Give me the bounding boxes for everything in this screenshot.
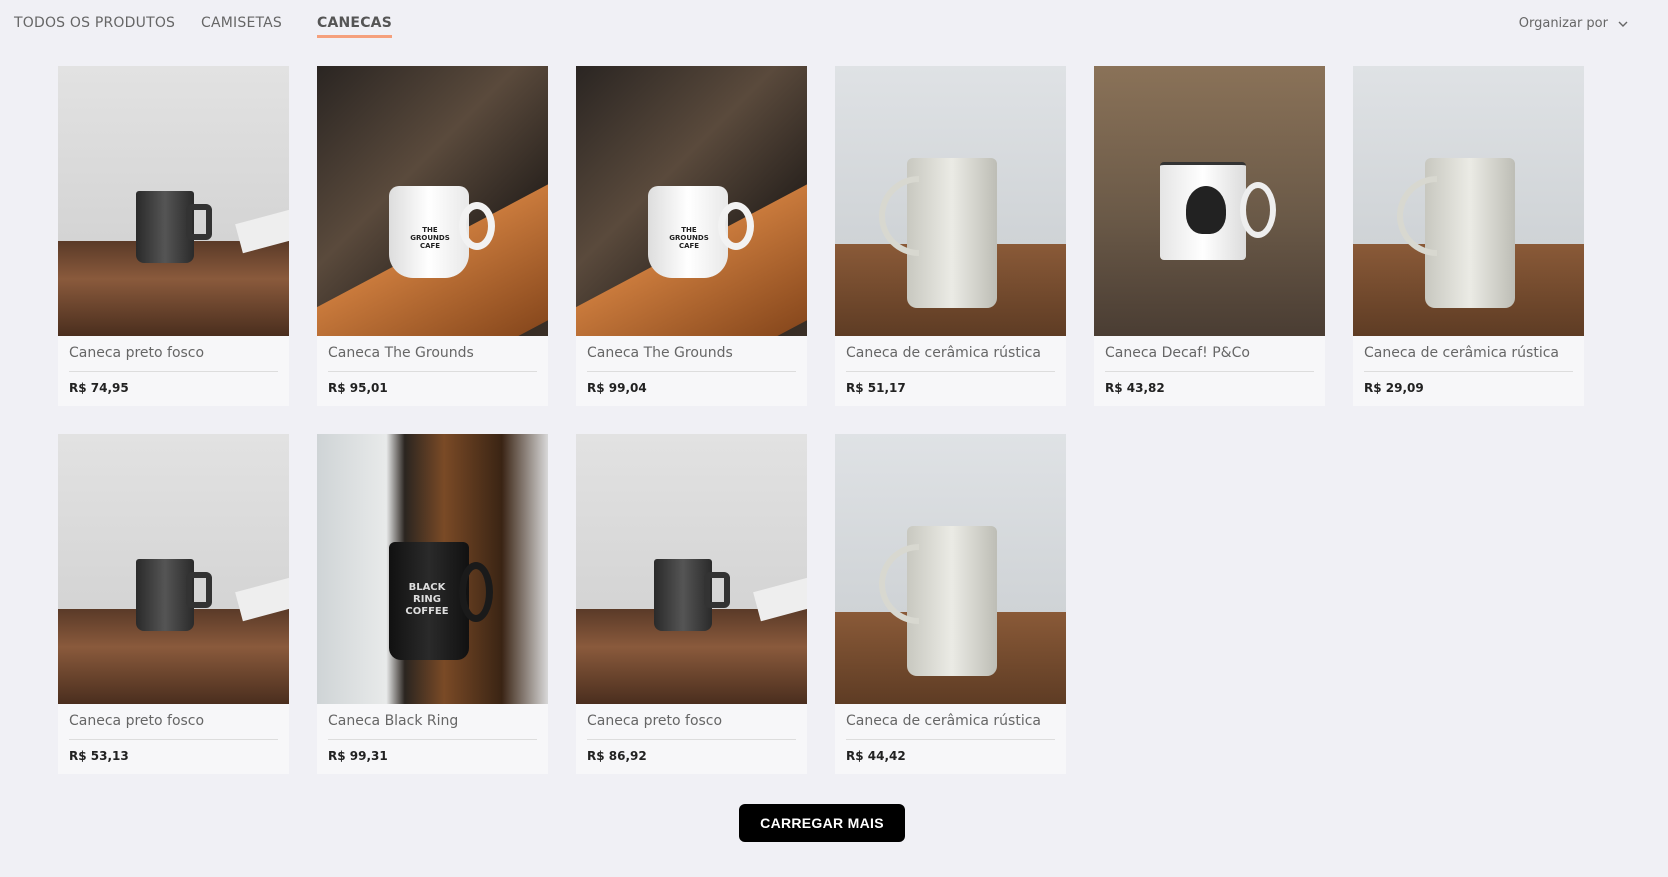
- chevron-down-icon: [1618, 21, 1628, 27]
- product-price: R$ 51,17: [846, 381, 906, 395]
- product-card[interactable]: Caneca preto fosco R$ 86,92: [576, 434, 807, 774]
- divider: [846, 371, 1055, 372]
- product-name: Caneca Decaf! P&Co: [1105, 345, 1250, 361]
- tab-all-products[interactable]: TODOS OS PRODUTOS: [14, 15, 175, 35]
- product-image-matte-black-mug: [58, 434, 289, 704]
- product-name: Caneca The Grounds: [587, 345, 733, 361]
- product-price: R$ 86,92: [587, 749, 647, 763]
- product-card[interactable]: THE GROUNDS CAFE Caneca The Grounds R$ 9…: [576, 66, 807, 406]
- sort-dropdown[interactable]: Organizar por: [1519, 16, 1628, 31]
- product-card[interactable]: Caneca Decaf! P&Co R$ 43,82: [1094, 66, 1325, 406]
- divider: [1364, 371, 1573, 372]
- product-card[interactable]: THE GROUNDS CAFE Caneca The Grounds R$ 9…: [317, 66, 548, 406]
- product-name: Caneca Black Ring: [328, 713, 459, 729]
- product-name: Caneca de cerâmica rústica: [846, 345, 1041, 361]
- divider: [328, 371, 537, 372]
- divider: [328, 739, 537, 740]
- product-price: R$ 99,04: [587, 381, 647, 395]
- product-card[interactable]: Caneca preto fosco R$ 74,95: [58, 66, 289, 406]
- product-image-grounds-cafe-mug: THE GROUNDS CAFE: [317, 66, 548, 336]
- product-name: Caneca de cerâmica rústica: [1364, 345, 1559, 361]
- product-name: Caneca preto fosco: [587, 713, 723, 729]
- product-image-black-ring-mug: BLACK RING COFFEE: [317, 434, 548, 704]
- product-card[interactable]: BLACK RING COFFEE Caneca Black Ring R$ 9…: [317, 434, 548, 774]
- product-name: Caneca preto fosco: [69, 713, 205, 729]
- divider: [69, 739, 278, 740]
- mug-print-text: THE GROUNDS CAFE: [410, 226, 450, 250]
- product-image-matte-black-mug: [58, 66, 289, 336]
- product-price: R$ 43,82: [1105, 381, 1165, 395]
- divider: [1105, 371, 1314, 372]
- product-image-rustic-ceramic-mug: [835, 66, 1066, 336]
- product-price: R$ 74,95: [69, 381, 129, 395]
- mug-print-text: BLACK RING COFFEE: [405, 582, 449, 617]
- product-name: Caneca The Grounds: [328, 345, 474, 361]
- product-image-rustic-ceramic-mug: [1353, 66, 1584, 336]
- product-price: R$ 44,42: [846, 749, 906, 763]
- category-nav: TODOS OS PRODUTOS CAMISETAS CANECAS Orga…: [0, 0, 1668, 50]
- product-price: R$ 53,13: [69, 749, 129, 763]
- divider: [69, 371, 278, 372]
- mug-print-text: THE GROUNDS CAFE: [669, 226, 709, 250]
- tab-shirts[interactable]: CAMISETAS: [201, 15, 282, 35]
- product-card[interactable]: Caneca de cerâmica rústica R$ 29,09: [1353, 66, 1584, 406]
- divider: [587, 739, 796, 740]
- sort-label: Organizar por: [1518, 16, 1608, 31]
- product-image-grounds-cafe-mug: THE GROUNDS CAFE: [576, 66, 807, 336]
- product-card[interactable]: Caneca de cerâmica rústica R$ 44,42: [835, 434, 1066, 774]
- product-card[interactable]: Caneca de cerâmica rústica R$ 51,17: [835, 66, 1066, 406]
- product-name: Caneca de cerâmica rústica: [846, 713, 1041, 729]
- product-price: R$ 29,09: [1364, 381, 1424, 395]
- product-name: Caneca preto fosco: [69, 345, 205, 361]
- product-image-decaf-skull-mug: [1094, 66, 1325, 336]
- product-image-rustic-ceramic-mug: [835, 434, 1066, 704]
- product-price: R$ 95,01: [328, 381, 388, 395]
- product-card[interactable]: Caneca preto fosco R$ 53,13: [58, 434, 289, 774]
- load-more-button[interactable]: CARREGAR MAIS: [739, 804, 905, 842]
- product-price: R$ 99,31: [328, 749, 388, 763]
- tab-mugs[interactable]: CANECAS: [317, 15, 392, 38]
- product-image-matte-black-mug: [576, 434, 807, 704]
- divider: [587, 371, 796, 372]
- divider: [846, 739, 1055, 740]
